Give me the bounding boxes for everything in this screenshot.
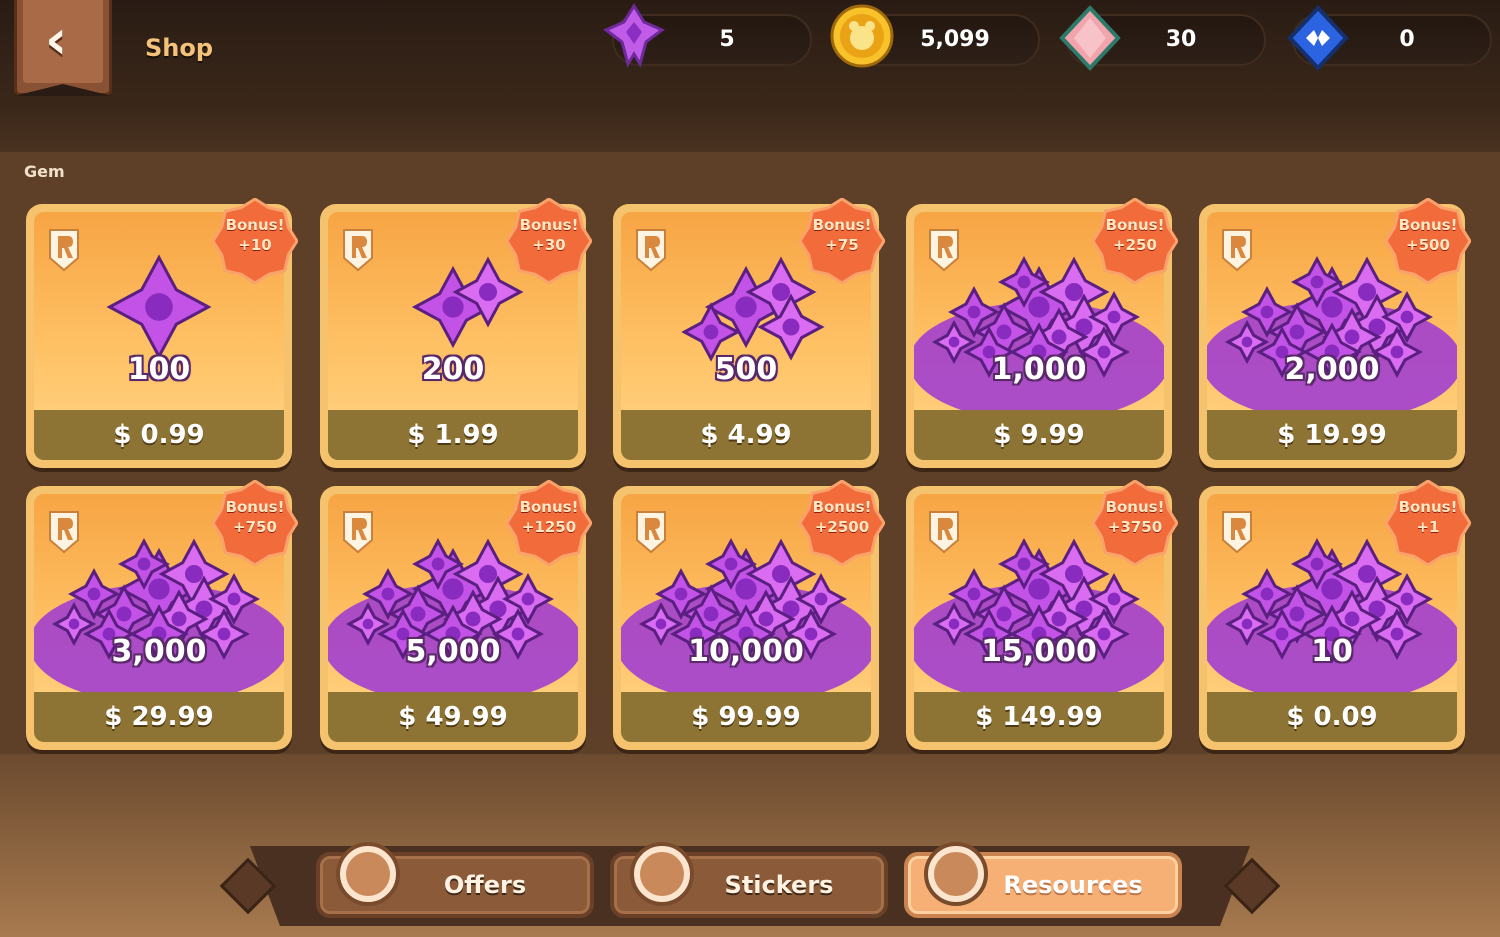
currency-gem-value: 5 [719, 27, 735, 52]
bonus-title: Bonus! [812, 216, 872, 234]
section-label: Gem [24, 162, 65, 181]
price-button[interactable]: $ 4.99 [621, 410, 871, 460]
tab-stickers-label: Stickers [724, 871, 834, 899]
bonus-badge: Bonus! +750 [211, 479, 299, 567]
bonus-value: +1250 [521, 518, 577, 536]
currency-coin-value: 5,099 [920, 27, 990, 52]
gem-amount: 200 [421, 352, 485, 387]
bonus-badge: Bonus! +10 [211, 197, 299, 285]
price-button[interactable]: $ 0.09 [1207, 692, 1457, 742]
shield-logo-icon [636, 511, 666, 554]
tab-offers-label: Offers [443, 871, 527, 899]
gem-amount: 15,000 [981, 634, 1097, 669]
bonus-badge: Bonus! +30 [505, 197, 593, 285]
gem-amount: 10 [1311, 634, 1353, 669]
bonus-value: +75 [825, 236, 859, 254]
bonus-badge: Bonus! +2500 [798, 479, 886, 567]
price-button[interactable]: $ 49.99 [328, 692, 578, 742]
tab-stickers[interactable]: Stickers [610, 842, 888, 918]
shield-logo-icon [1222, 511, 1252, 554]
currency-token-value: 0 [1399, 27, 1415, 52]
chevron-left-icon: ‹ [45, 8, 68, 71]
gem-amount: 10,000 [688, 634, 804, 669]
bonus-title: Bonus! [1105, 216, 1165, 234]
shield-logo-icon [49, 229, 79, 272]
shield-logo-icon [343, 229, 373, 272]
page-title: Shop [145, 34, 214, 62]
bonus-value: +1 [1416, 518, 1440, 536]
bonus-badge: Bonus! +75 [798, 197, 886, 285]
price-button[interactable]: $ 99.99 [621, 692, 871, 742]
bonus-value: +2500 [814, 518, 870, 536]
bonus-title: Bonus! [519, 216, 579, 234]
bonus-title: Bonus! [519, 498, 579, 516]
bonus-badge: Bonus! +500 [1384, 197, 1472, 285]
bonus-title: Bonus! [1398, 498, 1458, 516]
bonus-badge: Bonus! +1 [1384, 479, 1472, 567]
price-button[interactable]: $ 9.99 [914, 410, 1164, 460]
price-button[interactable]: $ 149.99 [914, 692, 1164, 742]
bonus-value: +3750 [1107, 518, 1163, 536]
gem-amount: 500 [714, 352, 778, 387]
bonus-badge: Bonus! +250 [1091, 197, 1179, 285]
price-button[interactable]: $ 0.99 [34, 410, 284, 460]
price-button[interactable]: $ 19.99 [1207, 410, 1457, 460]
bonus-value: +500 [1406, 236, 1450, 254]
pink-crystal-icon [1059, 5, 1121, 71]
back-button[interactable]: ‹ [14, 0, 112, 96]
bonus-value: +30 [532, 236, 566, 254]
gem-amount: 2,000 [1284, 352, 1380, 387]
shield-logo-icon [343, 511, 373, 554]
shield-logo-icon [1222, 229, 1252, 272]
bonus-title: Bonus! [225, 216, 285, 234]
shield-logo-icon [929, 229, 959, 272]
bonus-value: +750 [233, 518, 277, 536]
currency-crystal-value: 30 [1165, 27, 1197, 52]
gold-coin-icon [830, 4, 894, 68]
bonus-badge: Bonus! +3750 [1091, 479, 1179, 567]
shield-logo-icon [49, 511, 79, 554]
shield-logo-icon [636, 229, 666, 272]
bonus-title: Bonus! [1398, 216, 1458, 234]
blue-token-icon [1287, 5, 1349, 71]
bonus-title: Bonus! [1105, 498, 1165, 516]
bonus-value: +10 [238, 236, 272, 254]
gem-amount: 100 [127, 352, 191, 387]
price-button[interactable]: $ 29.99 [34, 692, 284, 742]
shield-logo-icon [929, 511, 959, 554]
gem-amount: 1,000 [991, 352, 1087, 387]
gem-amount: 3,000 [111, 634, 207, 669]
bonus-title: Bonus! [225, 498, 285, 516]
price-button[interactable]: $ 1.99 [328, 410, 578, 460]
bonus-badge: Bonus! +1250 [505, 479, 593, 567]
bonus-title: Bonus! [812, 498, 872, 516]
bonus-value: +250 [1113, 236, 1157, 254]
gem-amount: 5,000 [405, 634, 501, 669]
purple-gem-icon [603, 3, 665, 68]
tab-offers[interactable]: Offers [316, 842, 594, 918]
tab-resources-label: Resources [1003, 871, 1143, 899]
tab-resources[interactable]: Resources [904, 842, 1182, 918]
